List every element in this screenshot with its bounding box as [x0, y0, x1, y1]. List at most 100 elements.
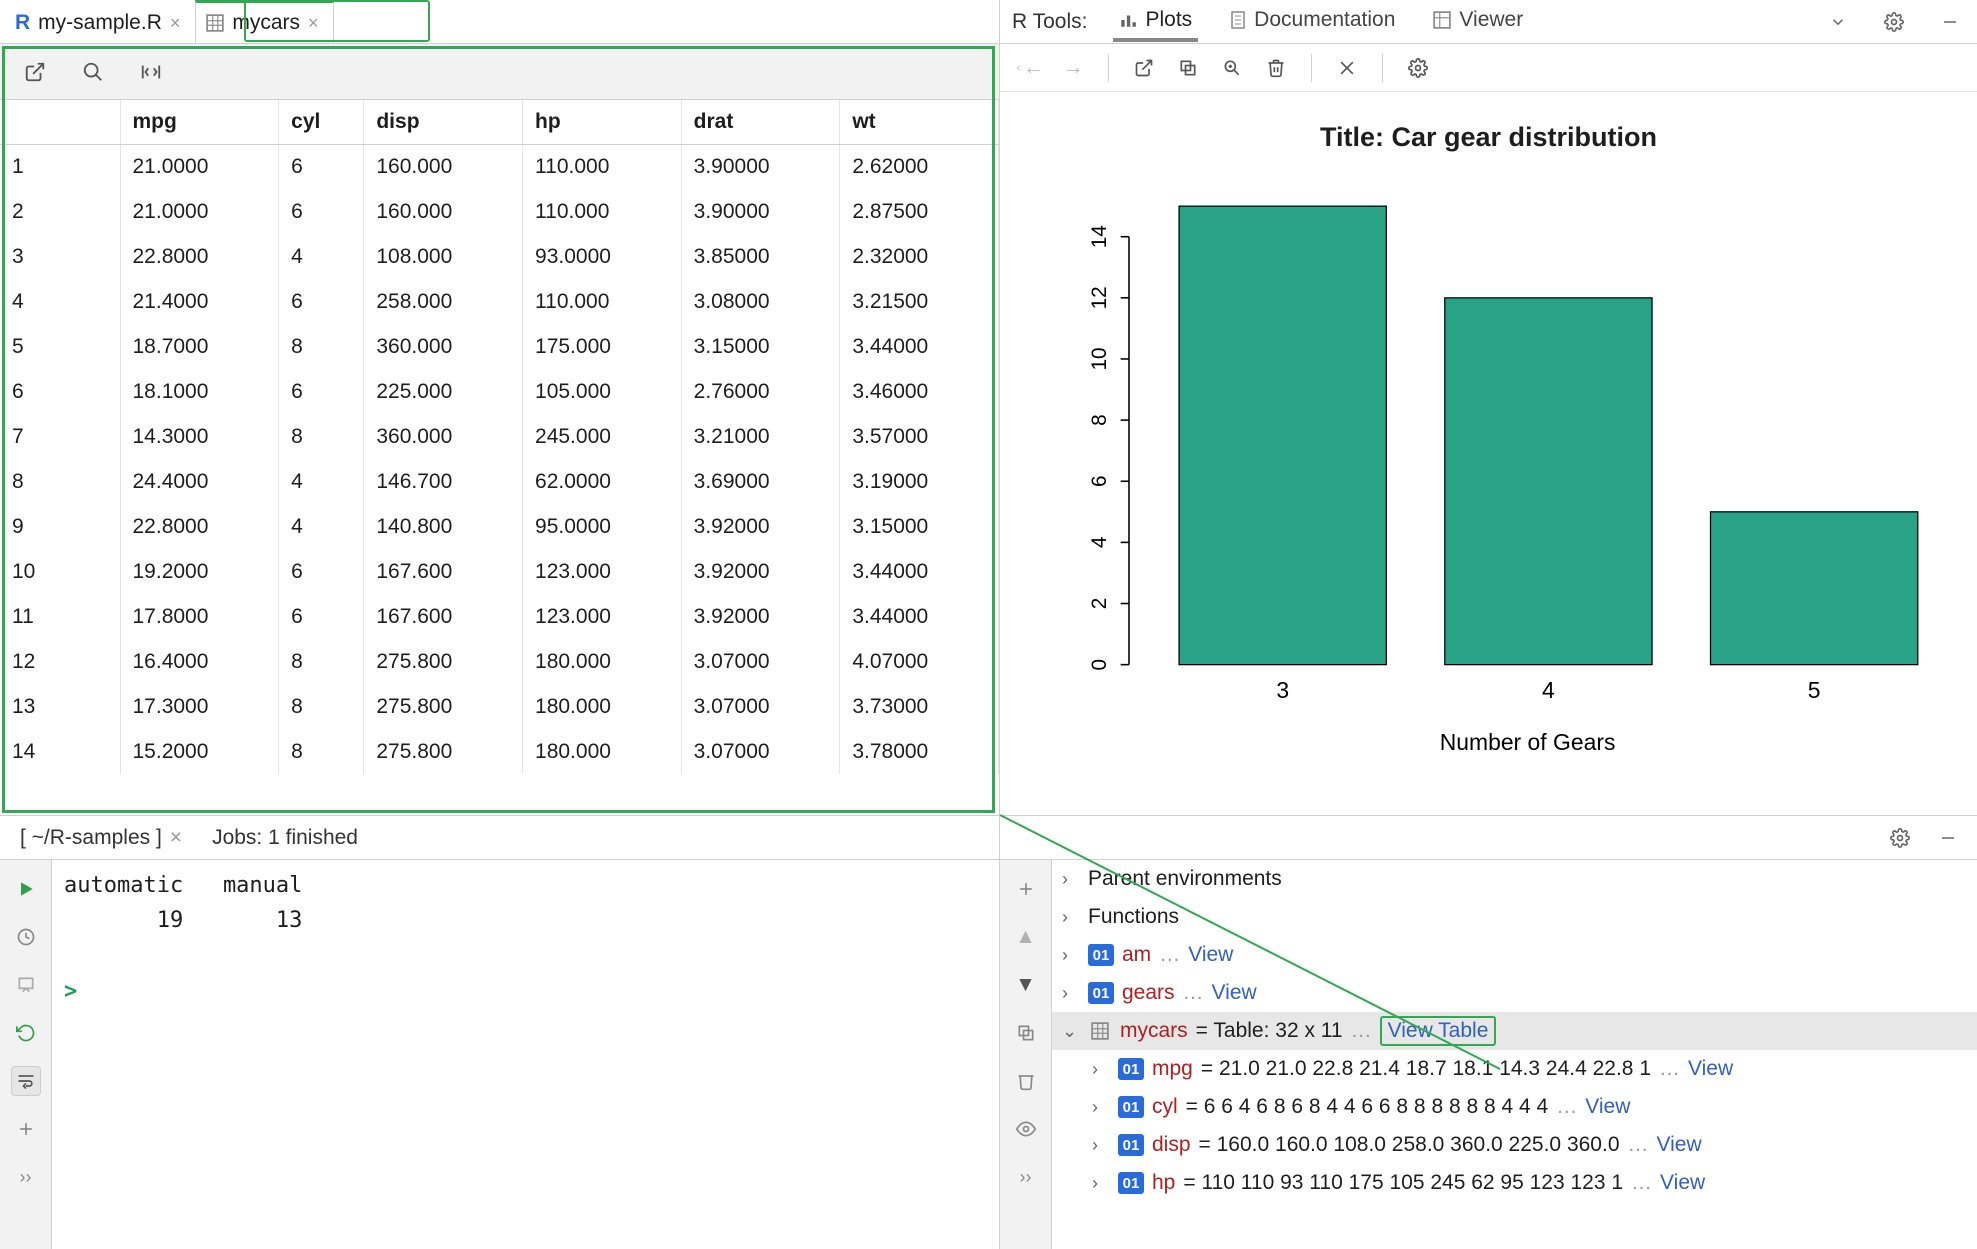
cell[interactable]: 8 — [279, 324, 364, 369]
cell[interactable]: 275.800 — [364, 684, 523, 729]
cell[interactable]: 2.62000 — [840, 144, 999, 189]
history-icon[interactable] — [11, 922, 41, 952]
gear-icon[interactable] — [1403, 53, 1433, 83]
row-number[interactable]: 8 — [0, 459, 120, 504]
cell[interactable]: 3.69000 — [681, 459, 840, 504]
table-row[interactable]: 922.80004140.80095.00003.920003.15000 — [0, 504, 999, 549]
column-header[interactable]: mpg — [120, 100, 279, 144]
cell[interactable]: 167.600 — [364, 549, 523, 594]
run-icon[interactable] — [11, 874, 41, 904]
cell[interactable]: 258.000 — [364, 279, 523, 324]
cell[interactable]: 3.92000 — [681, 594, 840, 639]
cell[interactable]: 110.000 — [523, 189, 682, 234]
column-header[interactable]: wt — [840, 100, 999, 144]
cell[interactable]: 3.57000 — [840, 414, 999, 459]
cell[interactable]: 360.000 — [364, 324, 523, 369]
cell[interactable]: 160.000 — [364, 144, 523, 189]
cell[interactable]: 3.07000 — [681, 639, 840, 684]
cell[interactable]: 175.000 — [523, 324, 682, 369]
cell[interactable]: 6 — [279, 549, 364, 594]
cell[interactable]: 18.1000 — [120, 369, 279, 414]
column-header[interactable]: hp — [523, 100, 682, 144]
close-plot-icon[interactable] — [1332, 53, 1362, 83]
cell[interactable]: 167.600 — [364, 594, 523, 639]
console-output[interactable]: automatic manual 19 13 > — [52, 860, 999, 1249]
row-number[interactable]: 6 — [0, 369, 120, 414]
env-node-hp[interactable]: › 01 hp = 110 110 93 110 175 105 245 62 … — [1052, 1164, 1977, 1202]
data-table[interactable]: mpgcyldisphpdratwt121.00006160.000110.00… — [0, 100, 999, 815]
cell[interactable]: 105.000 — [523, 369, 682, 414]
env-tree[interactable]: › Parent environments › Functions › 01 a… — [1052, 860, 1977, 1249]
table-row[interactable]: 1019.20006167.600123.0003.920003.44000 — [0, 549, 999, 594]
tab-jobs[interactable]: Jobs: 1 finished — [212, 826, 358, 850]
row-number[interactable]: 1 — [0, 144, 120, 189]
view-link[interactable]: View — [1660, 1171, 1705, 1195]
cell[interactable]: 16.4000 — [120, 639, 279, 684]
cell[interactable]: 4.07000 — [840, 639, 999, 684]
cell[interactable]: 6 — [279, 594, 364, 639]
cell[interactable]: 8 — [279, 684, 364, 729]
cell[interactable]: 15.2000 — [120, 729, 279, 774]
cell[interactable]: 4 — [279, 459, 364, 504]
cell[interactable]: 22.8000 — [120, 504, 279, 549]
cell[interactable]: 6 — [279, 279, 364, 324]
row-number[interactable]: 2 — [0, 189, 120, 234]
minimize-icon[interactable] — [1933, 823, 1963, 853]
env-node-gears[interactable]: › 01 gears … View — [1052, 974, 1977, 1012]
table-row[interactable]: 221.00006160.000110.0003.900002.87500 — [0, 189, 999, 234]
env-node-cyl[interactable]: › 01 cyl = 6 6 4 6 8 6 8 4 4 6 6 8 8 8 8… — [1052, 1088, 1977, 1126]
cell[interactable]: 3.15000 — [681, 324, 840, 369]
restart-icon[interactable] — [11, 1018, 41, 1048]
cell[interactable]: 360.000 — [364, 414, 523, 459]
cell[interactable]: 3.44000 — [840, 324, 999, 369]
table-row[interactable]: 618.10006225.000105.0002.760003.46000 — [0, 369, 999, 414]
tab-viewer[interactable]: Viewer — [1427, 2, 1529, 42]
cell[interactable]: 3.21000 — [681, 414, 840, 459]
row-number[interactable]: 5 — [0, 324, 120, 369]
cell[interactable]: 275.800 — [364, 639, 523, 684]
row-number[interactable]: 9 — [0, 504, 120, 549]
cell[interactable]: 2.87500 — [840, 189, 999, 234]
table-row[interactable]: 1117.80006167.600123.0003.920003.44000 — [0, 594, 999, 639]
cell[interactable]: 3.07000 — [681, 729, 840, 774]
column-header[interactable]: disp — [364, 100, 523, 144]
output-up-icon[interactable] — [11, 970, 41, 1000]
cell[interactable]: 14.3000 — [120, 414, 279, 459]
cell[interactable]: 3.85000 — [681, 234, 840, 279]
cell[interactable]: 123.000 — [523, 549, 682, 594]
cell[interactable]: 2.76000 — [681, 369, 840, 414]
open-external-icon[interactable] — [20, 57, 50, 87]
column-header[interactable] — [0, 100, 120, 144]
nav-forward-icon[interactable]: → — [1058, 53, 1088, 83]
trash-icon[interactable] — [1011, 1066, 1041, 1096]
zoom-icon[interactable] — [1217, 53, 1247, 83]
cell[interactable]: 95.0000 — [523, 504, 682, 549]
env-node-mpg[interactable]: › 01 mpg = 21.0 21.0 22.8 21.4 18.7 18.1… — [1052, 1050, 1977, 1088]
plus-icon[interactable] — [1011, 874, 1041, 904]
cell[interactable]: 6 — [279, 189, 364, 234]
cell[interactable]: 180.000 — [523, 684, 682, 729]
env-node-parent[interactable]: › Parent environments — [1052, 860, 1977, 898]
plus-icon[interactable] — [11, 1114, 41, 1144]
cell[interactable]: 3.07000 — [681, 684, 840, 729]
env-node-disp[interactable]: › 01 disp = 160.0 160.0 108.0 258.0 360.… — [1052, 1126, 1977, 1164]
env-node-mycars[interactable]: ⌄ mycars = Table: 32 x 11 … View Table — [1052, 1012, 1977, 1050]
row-number[interactable]: 7 — [0, 414, 120, 459]
nav-back-icon[interactable]: ← — [1014, 53, 1044, 83]
view-link[interactable]: View — [1657, 1133, 1702, 1157]
close-icon[interactable]: × — [170, 826, 182, 850]
row-number[interactable]: 12 — [0, 639, 120, 684]
cell[interactable]: 17.8000 — [120, 594, 279, 639]
more-icon[interactable]: ›› — [1011, 1162, 1041, 1192]
gear-icon[interactable] — [1879, 7, 1909, 37]
tab-console-path[interactable]: [ ~/R-samples ] × — [20, 826, 182, 850]
table-row[interactable]: 121.00006160.000110.0003.900002.62000 — [0, 144, 999, 189]
cell[interactable]: 3.44000 — [840, 549, 999, 594]
cell[interactable]: 3.21500 — [840, 279, 999, 324]
chevron-down-icon[interactable] — [1823, 7, 1853, 37]
cell[interactable]: 110.000 — [523, 279, 682, 324]
cell[interactable]: 245.000 — [523, 414, 682, 459]
cell[interactable]: 3.44000 — [840, 594, 999, 639]
cell[interactable]: 21.0000 — [120, 189, 279, 234]
tab-plots[interactable]: Plots — [1113, 2, 1198, 42]
